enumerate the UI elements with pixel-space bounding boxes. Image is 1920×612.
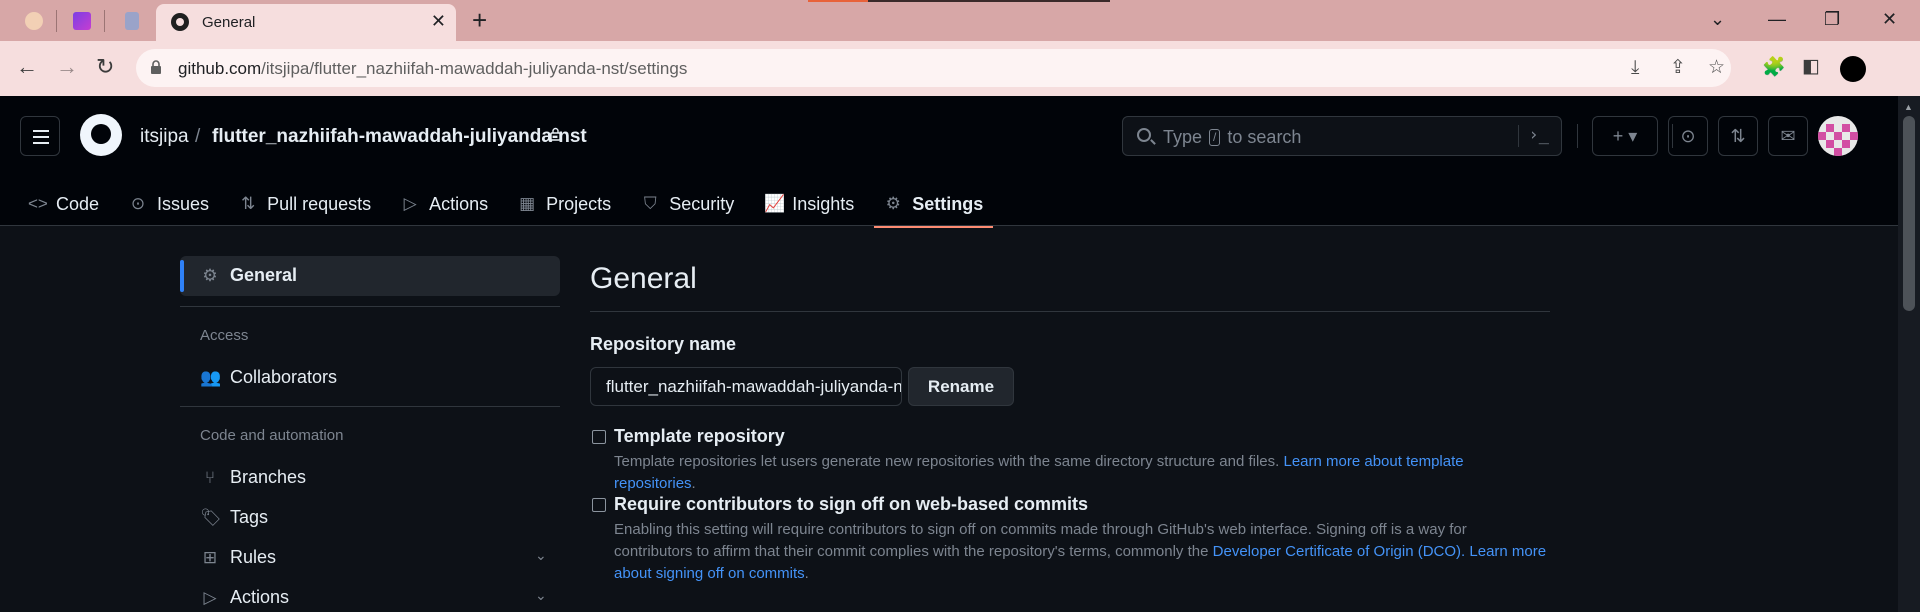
branch-icon: ⑂ bbox=[204, 467, 216, 487]
rename-button[interactable]: Rename bbox=[908, 367, 1014, 406]
browser-toolbar: ← → ↻ github.com/itsjipa/flutter_nazhiif… bbox=[0, 41, 1920, 96]
search-input[interactable]: Type / to search ›_ bbox=[1122, 116, 1562, 156]
install-app-icon[interactable]: ⤓ bbox=[1631, 58, 1639, 78]
sidebar-heading-access: Access bbox=[200, 327, 249, 344]
pull-request-icon: ⇅ bbox=[240, 194, 256, 213]
repository-name-label: Repository name bbox=[590, 334, 737, 354]
back-button[interactable]: ← bbox=[16, 55, 38, 79]
page-title: General bbox=[590, 262, 697, 295]
tab-projects[interactable]: ▦ Projects bbox=[518, 184, 611, 224]
pull-requests-icon[interactable]: ⇅ bbox=[1718, 116, 1758, 156]
sidebar-item-actions[interactable]: ▷ Actions bbox=[200, 587, 289, 608]
lock-icon[interactable] bbox=[150, 60, 162, 74]
dco-link[interactable]: Developer Certificate of Origin (DCO). bbox=[1213, 543, 1466, 560]
scroll-up-icon[interactable]: ▲ bbox=[1904, 102, 1913, 112]
page-loading-bar bbox=[808, 0, 1110, 2]
command-palette-icon[interactable]: ›_ bbox=[1529, 125, 1549, 145]
pinned-tab-2[interactable] bbox=[68, 8, 96, 34]
sidebar-item-collaborators[interactable]: 👥 Collaborators bbox=[200, 367, 337, 388]
side-panel-icon[interactable]: ◧ bbox=[1802, 55, 1820, 78]
repo-owner-link[interactable]: itsjipa bbox=[140, 126, 189, 148]
active-indicator bbox=[180, 260, 184, 292]
url-text: github.com/itsjipa/flutter_nazhiifah-maw… bbox=[178, 59, 688, 78]
template-repository-description: Template repositories let users generate… bbox=[614, 453, 1464, 492]
forward-button[interactable]: → bbox=[56, 55, 78, 79]
play-icon: ▷ bbox=[203, 587, 217, 607]
repo-name-link[interactable]: flutter_nazhiifah-mawaddah-juliyanda-nst bbox=[212, 126, 587, 148]
app-favicon-icon bbox=[25, 12, 43, 30]
chevron-down-icon[interactable]: ⌄ bbox=[535, 547, 547, 564]
gear-icon: ⚙ bbox=[202, 265, 218, 285]
signoff-checkbox[interactable] bbox=[592, 498, 606, 512]
tab-security[interactable]: ⛉ Security bbox=[641, 184, 734, 224]
tab-close-icon[interactable]: ✕ bbox=[431, 12, 446, 30]
pinned-tab-1[interactable] bbox=[20, 8, 48, 34]
template-repository-checkbox[interactable] bbox=[592, 430, 606, 444]
create-new-button[interactable]: + ▾ bbox=[1592, 116, 1658, 156]
browser-tab-strip: General ✕ + ⌄ — ❐ ✕ bbox=[0, 0, 1920, 41]
document-icon bbox=[125, 12, 139, 30]
sidebar-item-branches[interactable]: ⑂ Branches bbox=[200, 467, 306, 488]
bookmark-star-icon[interactable]: ☆ bbox=[1708, 58, 1725, 78]
scrollbar-thumb[interactable] bbox=[1903, 116, 1915, 311]
signoff-description: Enabling this setting will require contr… bbox=[614, 521, 1547, 582]
search-icon bbox=[1137, 128, 1151, 142]
play-icon: ▷ bbox=[403, 194, 417, 213]
share-icon[interactable]: ⇪ bbox=[1670, 58, 1686, 78]
tab-pull-requests[interactable]: ⇅ Pull requests bbox=[239, 184, 371, 224]
people-icon: 👥 bbox=[200, 367, 222, 387]
tab-issues[interactable]: ⊙ Issues bbox=[129, 184, 209, 224]
sidebar-heading-code-automation: Code and automation bbox=[200, 427, 344, 444]
issue-icon: ⊙ bbox=[130, 194, 146, 213]
inbox-icon[interactable]: ✉ bbox=[1768, 116, 1808, 156]
table-icon: ▦ bbox=[519, 194, 536, 213]
repository-name-input[interactable]: flutter_nazhiifah-mawaddah-juliyanda-nst bbox=[590, 367, 902, 406]
tab-title: General bbox=[202, 14, 256, 31]
breadcrumb-separator: / bbox=[195, 126, 201, 147]
github-favicon-icon bbox=[171, 13, 189, 31]
gear-icon: ⚙ bbox=[885, 194, 901, 213]
tag-icon: 🏷 bbox=[200, 507, 222, 527]
page-scrollbar[interactable]: ▲ bbox=[1898, 96, 1920, 612]
sidebar-item-rules[interactable]: ⊞ Rules bbox=[200, 547, 276, 568]
tab-insights[interactable]: 📈 Insights bbox=[764, 184, 854, 224]
tab-actions[interactable]: ▷ Actions bbox=[401, 184, 489, 224]
tab-settings[interactable]: ⚙ Settings bbox=[874, 184, 994, 228]
reload-button[interactable]: ↻ bbox=[96, 55, 114, 79]
repo-nav: <> Code ⊙ Issues ⇅ Pull requests ▷ Actions ▦… bbox=[28, 184, 1013, 228]
app-favicon-icon bbox=[73, 12, 91, 30]
menu-button[interactable] bbox=[20, 116, 60, 156]
chrome-profile-avatar[interactable] bbox=[1840, 56, 1866, 82]
sidebar-item-general-label[interactable]: ⚙ General bbox=[200, 265, 297, 286]
rules-icon: ⊞ bbox=[202, 547, 218, 567]
github-header: itsjipa / flutter_nazhiifah-mawaddah-jul… bbox=[0, 96, 1898, 228]
address-bar[interactable]: github.com/itsjipa/flutter_nazhiifah-maw… bbox=[136, 49, 1731, 87]
tab-search-icon[interactable]: ⌄ bbox=[1710, 8, 1725, 30]
template-repository-label[interactable]: Template repository bbox=[614, 426, 785, 447]
chevron-down-icon[interactable]: ⌄ bbox=[535, 587, 547, 604]
new-tab-button[interactable]: + bbox=[472, 6, 487, 34]
private-lock-icon bbox=[550, 127, 561, 141]
signoff-label[interactable]: Require contributors to sign off on web-… bbox=[614, 494, 1088, 515]
minimize-button[interactable]: — bbox=[1768, 8, 1786, 30]
github-logo-icon[interactable] bbox=[80, 114, 122, 156]
shield-icon: ⛉ bbox=[643, 194, 657, 213]
graph-icon: 📈 bbox=[764, 194, 786, 213]
tab-code[interactable]: <> Code bbox=[28, 184, 99, 224]
extensions-icon[interactable]: 🧩 bbox=[1762, 55, 1786, 79]
code-icon: <> bbox=[28, 194, 48, 213]
pinned-tab-3[interactable] bbox=[118, 8, 146, 34]
tab-general[interactable]: General ✕ bbox=[156, 4, 456, 41]
sidebar-item-tags[interactable]: 🏷 Tags bbox=[200, 507, 268, 528]
search-placeholder: Type / to search bbox=[1163, 127, 1302, 147]
user-avatar[interactable] bbox=[1818, 116, 1858, 156]
close-window-button[interactable]: ✕ bbox=[1882, 8, 1897, 30]
issues-icon[interactable]: ⊙ bbox=[1668, 116, 1708, 156]
hamburger-icon bbox=[33, 130, 49, 132]
restore-button[interactable]: ❐ bbox=[1824, 8, 1840, 30]
